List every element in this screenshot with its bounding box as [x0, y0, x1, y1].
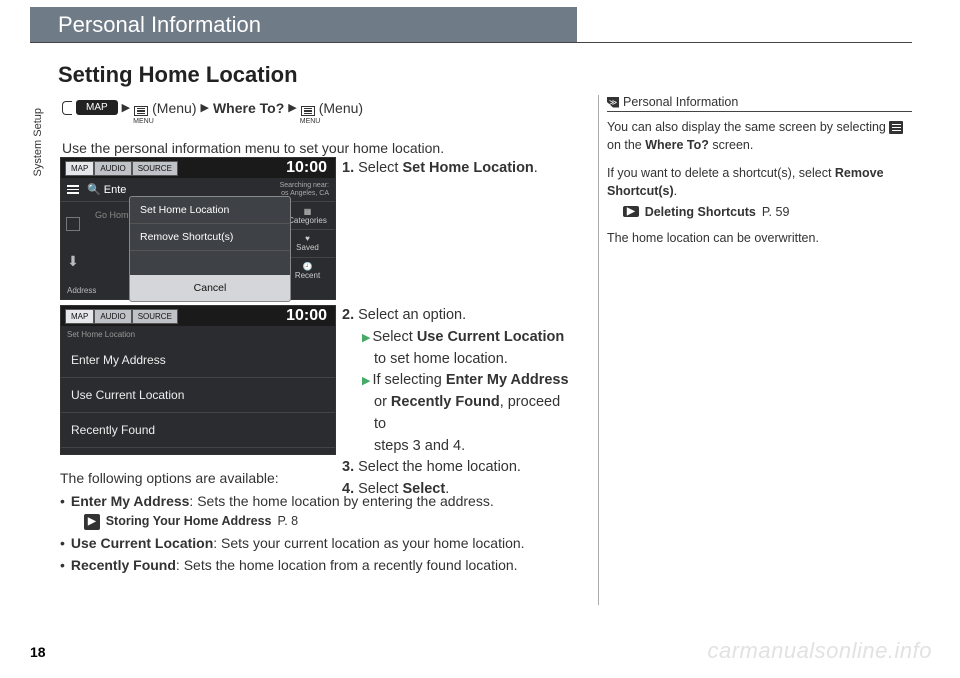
ss-topbar: MAP AUDIO SOURCE 10:00	[61, 158, 335, 178]
page-number: 18	[30, 644, 46, 660]
breadcrumb: MAP ▶ MENU (Menu) ▶ Where To? ▶ MENU (Me…	[62, 96, 363, 119]
menu-icon: MENU	[301, 96, 315, 119]
ss2-subtitle: Set Home Location	[61, 326, 335, 343]
header-rule	[30, 42, 912, 43]
ss-go-home[interactable]: Go Home	[95, 210, 134, 220]
arrow-down-icon[interactable]: ⬇	[67, 253, 79, 270]
ss-clock: 10:00	[286, 159, 331, 177]
ss-popup-menu: Set Home Location Remove Shortcut(s) Can…	[129, 196, 291, 302]
map-button-icon: MAP	[76, 100, 118, 115]
bullet-icon: ▶	[362, 332, 370, 344]
ss-search-text: Ente	[104, 184, 127, 196]
screenshot-home-options: MAP AUDIO SOURCE 10:00 Set Home Location…	[60, 305, 336, 455]
ss2-recently-found[interactable]: Recently Found	[61, 413, 335, 448]
breadcrumb-text: (Menu)	[152, 100, 196, 116]
ss-tab-source[interactable]: SOURCE	[132, 161, 178, 176]
options-description: The following options are available: •En…	[60, 468, 580, 577]
ss-tab-map[interactable]: MAP	[65, 309, 94, 324]
link-icon: ▶	[623, 206, 639, 217]
info-icon: ≫	[607, 97, 619, 108]
ss-topbar: MAP AUDIO SOURCE 10:00	[61, 306, 335, 326]
sidebar-notes: ≫ Personal Information You can also disp…	[598, 95, 912, 605]
section-header: Personal Information	[30, 7, 577, 42]
ss-tab-audio[interactable]: AUDIO	[94, 309, 131, 324]
chevron-right-icon: ▶	[201, 101, 209, 114]
screenshot-menu-popup: MAP AUDIO SOURCE 10:00 🔍 Ente Searching …	[60, 157, 336, 300]
chevron-right-icon: ▶	[288, 101, 296, 114]
ss-tab-audio[interactable]: AUDIO	[94, 161, 131, 176]
intro-text: Use the personal information menu to set…	[62, 140, 444, 156]
breadcrumb-text: (Menu)	[319, 100, 363, 116]
sidebar-note-2: If you want to delete a shortcut(s), sel…	[607, 164, 912, 200]
chevron-right-icon: ▶	[122, 101, 130, 114]
menu-icon	[889, 121, 903, 134]
bullet-icon: ▶	[362, 375, 370, 387]
popup-cancel[interactable]: Cancel	[130, 275, 290, 301]
sidebar-note-3: The home location can be overwritten.	[607, 229, 912, 247]
menu-icon: MENU	[134, 96, 148, 119]
page-title: Setting Home Location	[58, 62, 298, 88]
watermark: carmanualsonline.info	[707, 638, 932, 664]
ss-address-label[interactable]: Address	[67, 286, 96, 295]
link-icon: ▶	[84, 514, 100, 530]
ss2-use-current[interactable]: Use Current Location	[61, 378, 335, 413]
popup-remove-shortcut[interactable]: Remove Shortcut(s)	[130, 224, 290, 251]
sidebar-note-1: You can also display the same screen by …	[607, 118, 912, 154]
ss-near-label: Searching near:	[280, 182, 329, 190]
ss2-enter-address[interactable]: Enter My Address	[61, 343, 335, 378]
ss-clock: 10:00	[286, 307, 331, 325]
sidebar-title: ≫ Personal Information	[607, 95, 912, 112]
popup-set-home[interactable]: Set Home Location	[130, 197, 290, 224]
step-1: 1. Select Set Home Location.	[342, 160, 572, 176]
breadcrumb-where-to: Where To?	[213, 100, 284, 116]
side-tab-label: System Setup	[32, 108, 46, 176]
ss-tab-source[interactable]: SOURCE	[132, 309, 178, 324]
hamburger-icon[interactable]	[67, 185, 79, 194]
home-icon	[62, 101, 72, 115]
ss-tab-map[interactable]: MAP	[65, 161, 94, 176]
